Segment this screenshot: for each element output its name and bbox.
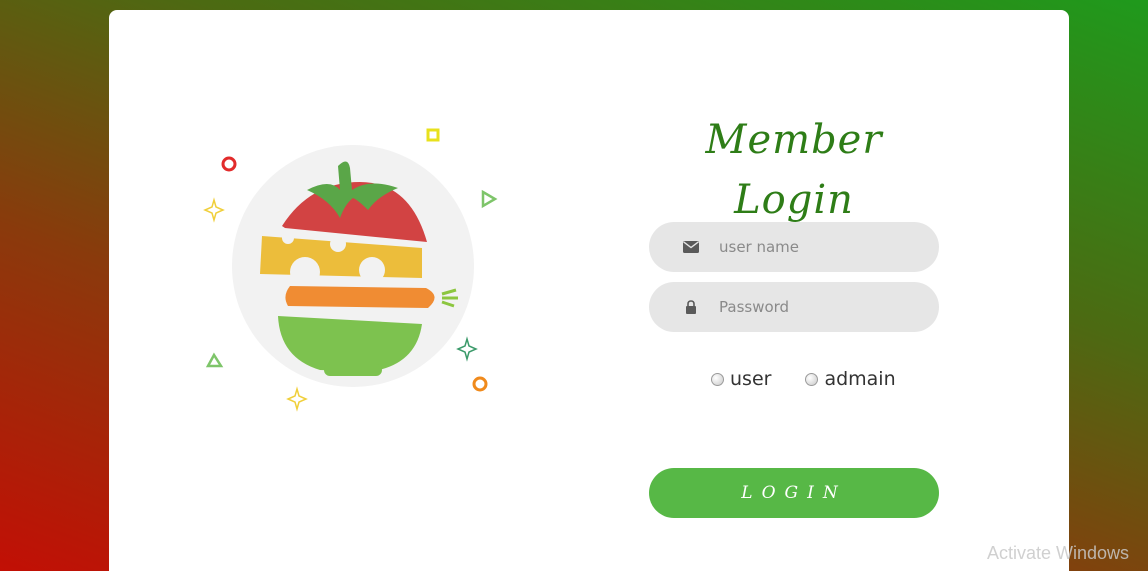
carrot-slice [285, 286, 435, 308]
username-field-container[interactable] [649, 222, 939, 272]
bowl-base [324, 364, 382, 376]
role-selector: user admain [711, 368, 930, 390]
yellow-square-decoration [426, 128, 440, 142]
cheese-hole [330, 236, 346, 252]
green-triangle-decoration [481, 189, 498, 209]
role-option-user[interactable]: user [711, 368, 771, 390]
orange-circle-decoration [472, 376, 488, 392]
radio-user[interactable] [711, 372, 724, 386]
yellow-star-decoration-bottom [286, 386, 308, 412]
password-input[interactable] [717, 297, 911, 317]
login-button[interactable]: LOGIN [649, 468, 939, 518]
role-label-admain: admain [824, 368, 896, 390]
username-input[interactable] [717, 237, 911, 257]
yellow-star-decoration [203, 197, 225, 223]
page-title: Member Login [705, 117, 883, 223]
activate-windows-watermark: Activate Windows [987, 543, 1130, 563]
green-triangle-decoration-left [205, 352, 224, 368]
cheese-hole [290, 257, 320, 287]
food-logo-illustration [203, 128, 498, 412]
password-field-container[interactable] [649, 282, 939, 332]
radio-admain[interactable] [805, 372, 819, 386]
cheese-hole [359, 257, 385, 283]
cheese-hole [282, 232, 294, 244]
green-star-decoration [456, 336, 478, 362]
login-form: Member Login user admain LOGIN [649, 110, 939, 518]
role-label-user: user [730, 368, 772, 390]
role-option-admain[interactable]: admain [805, 368, 896, 390]
red-circle-decoration [221, 156, 237, 172]
